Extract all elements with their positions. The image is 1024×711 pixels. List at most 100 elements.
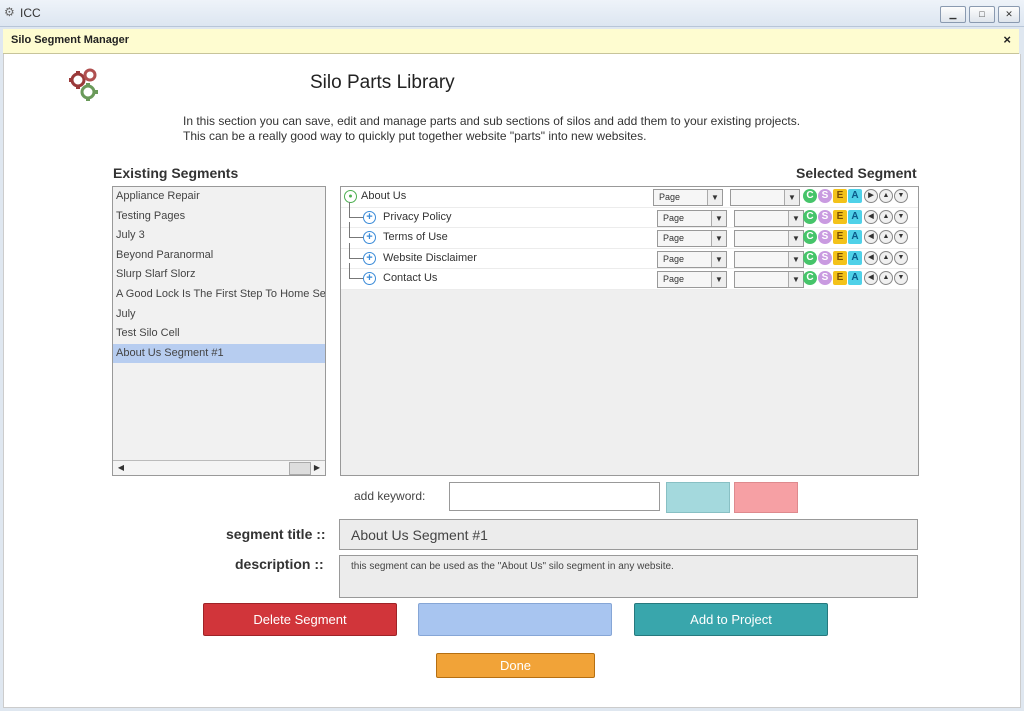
segment-list-item[interactable]: July [113, 305, 325, 325]
e-icon[interactable]: E [833, 271, 847, 286]
segment-title-value: About Us Segment #1 [351, 527, 488, 543]
c-icon[interactable]: C [803, 209, 817, 224]
gears-logo-icon [69, 68, 98, 101]
expand-plus-icon[interactable]: + [363, 231, 376, 245]
existing-segments-heading: Existing Segments [113, 165, 239, 181]
scroll-thumb[interactable] [289, 462, 311, 475]
window-titlebar: ⚙ ICC ▁ □ ✕ [0, 0, 1024, 27]
minimize-button[interactable]: ▁ [940, 6, 966, 23]
move-up-icon[interactable]: ▲ [879, 230, 893, 245]
tree-branch-line [349, 201, 364, 218]
page-title: Silo Parts Library [310, 72, 455, 93]
segment-list-item[interactable]: July 3 [113, 226, 325, 246]
move-left-icon[interactable]: ◀ [864, 209, 878, 224]
segment-list-item[interactable]: Beyond Paranormal [113, 246, 325, 266]
segment-list-item[interactable]: Appliance Repair [113, 187, 325, 207]
move-up-icon[interactable]: ▲ [879, 271, 893, 286]
tree-root-row[interactable]: ● About Us Page ▼ ▼ C S E A ▶ ▲ ▼ [341, 187, 918, 208]
window-close-button[interactable]: ✕ [998, 6, 1020, 23]
intro-text-line-2: This can be a really good way to quickly… [183, 129, 647, 143]
a-icon[interactable]: A [848, 230, 862, 245]
keyword-add-button[interactable] [666, 482, 730, 513]
segment-list-item[interactable]: Testing Pages [113, 207, 325, 227]
move-down-icon[interactable]: ▼ [894, 209, 908, 224]
app-title: ICC [20, 6, 41, 20]
move-down-icon[interactable]: ▼ [894, 250, 908, 265]
tree-branch-line [349, 263, 364, 280]
segment-title-field[interactable]: About Us Segment #1 [339, 519, 918, 550]
description-field[interactable]: this segment can be used as the "About U… [339, 555, 918, 598]
c-icon[interactable]: C [803, 189, 817, 203]
page-type-select[interactable]: Page ▼ [657, 271, 727, 289]
scroll-left-arrow[interactable]: ◀ [114, 462, 128, 474]
page-type-select[interactable]: Page ▼ [653, 189, 723, 206]
tree-child-row[interactable]: + Terms of Use Page ▼ ▼ C S E A ◀ ▲ ▼ [341, 222, 918, 249]
tree-rows: ● About Us Page ▼ ▼ C S E A ▶ ▲ ▼ + Privacy Policy Pag… [341, 187, 918, 290]
a-icon[interactable]: A [848, 189, 862, 203]
s-icon[interactable]: S [818, 209, 832, 224]
move-left-icon[interactable]: ◀ [864, 230, 878, 245]
e-icon[interactable]: E [833, 189, 847, 203]
move-down-icon[interactable]: ▼ [894, 189, 908, 203]
expand-plus-icon[interactable]: + [363, 210, 376, 224]
selected-segment-tree[interactable]: ● About Us Page ▼ ▼ C S E A ▶ ▲ ▼ + Privacy Policy Pag… [340, 186, 919, 476]
move-up-icon[interactable]: ▲ [879, 189, 893, 203]
move-right-icon[interactable]: ▶ [864, 189, 878, 203]
existing-segments-list[interactable]: Appliance Repair Testing Pages July 3 Beyon… [112, 186, 326, 476]
e-icon[interactable]: E [833, 230, 847, 245]
tree-branch-line [349, 242, 364, 259]
move-up-icon[interactable]: ▲ [879, 250, 893, 265]
s-icon[interactable]: S [818, 189, 832, 203]
tree-child-row[interactable]: + Website Disclaimer Page ▼ ▼ C S E A ◀ ▲ ▼ [341, 242, 918, 270]
a-icon[interactable]: A [848, 209, 862, 224]
expand-plus-icon[interactable]: + [363, 272, 376, 286]
maximize-button[interactable]: □ [969, 6, 995, 23]
s-icon[interactable]: S [818, 271, 832, 286]
c-icon[interactable]: C [803, 230, 817, 245]
option-select[interactable]: ▼ [734, 230, 804, 248]
page-type-select[interactable]: Page ▼ [657, 209, 727, 227]
c-icon[interactable]: C [803, 250, 817, 265]
dialog-title: Silo Segment Manager [11, 34, 129, 46]
s-icon[interactable]: S [818, 250, 832, 265]
add-to-project-button[interactable]: Add to Project [634, 603, 828, 636]
description-value: this segment can be used as the "About U… [351, 561, 674, 572]
a-icon[interactable]: A [848, 271, 862, 286]
expand-plus-icon[interactable]: + [363, 251, 376, 265]
a-icon[interactable]: A [848, 250, 862, 265]
keyword-remove-button[interactable] [734, 482, 798, 513]
option-select[interactable]: ▼ [734, 271, 804, 289]
move-down-icon[interactable]: ▼ [894, 230, 908, 245]
segment-list-item[interactable]: About Us Segment #1 [113, 343, 325, 364]
page-type-select[interactable]: Page ▼ [657, 250, 727, 268]
move-left-icon[interactable]: ◀ [864, 250, 878, 265]
s-icon[interactable]: S [818, 230, 832, 245]
segment-list-item[interactable]: Slurp Slarf Slorz [113, 265, 325, 285]
add-keyword-label: add keyword: [354, 489, 426, 503]
dialog-close-icon[interactable]: × [1003, 32, 1011, 47]
option-select[interactable]: ▼ [734, 250, 804, 268]
blank-action-button[interactable] [418, 603, 612, 636]
done-button[interactable]: Done [436, 653, 595, 678]
horizontal-scrollbar[interactable]: ◀ ▶ [113, 460, 325, 475]
tree-node-label: About Us [361, 190, 407, 202]
segment-list-item[interactable]: Test Silo Cell [113, 324, 325, 344]
description-label: description :: [235, 556, 324, 572]
move-down-icon[interactable]: ▼ [894, 271, 908, 286]
dialog-header: Silo Segment Manager × [3, 29, 1019, 54]
tree-child-row[interactable]: + Contact Us Page ▼ ▼ C S E A ◀ ▲ ▼ [341, 263, 918, 290]
segment-list-item[interactable]: A Good Lock Is The First Step To Home Se… [113, 285, 325, 305]
move-up-icon[interactable]: ▲ [879, 209, 893, 224]
option-select[interactable]: ▼ [730, 189, 800, 206]
option-select[interactable]: ▼ [734, 209, 804, 227]
e-icon[interactable]: E [833, 250, 847, 265]
c-icon[interactable]: C [803, 271, 817, 286]
keyword-input[interactable] [449, 482, 660, 511]
tree-child-row[interactable]: + Privacy Policy Page ▼ ▼ C S E A ◀ ▲ ▼ [341, 201, 918, 229]
page-type-select[interactable]: Page ▼ [657, 230, 727, 248]
move-left-icon[interactable]: ◀ [864, 271, 878, 286]
segment-title-label: segment title :: [226, 526, 326, 542]
delete-segment-button[interactable]: Delete Segment [203, 603, 397, 636]
e-icon[interactable]: E [833, 209, 847, 224]
scroll-right-arrow[interactable]: ▶ [310, 462, 324, 474]
